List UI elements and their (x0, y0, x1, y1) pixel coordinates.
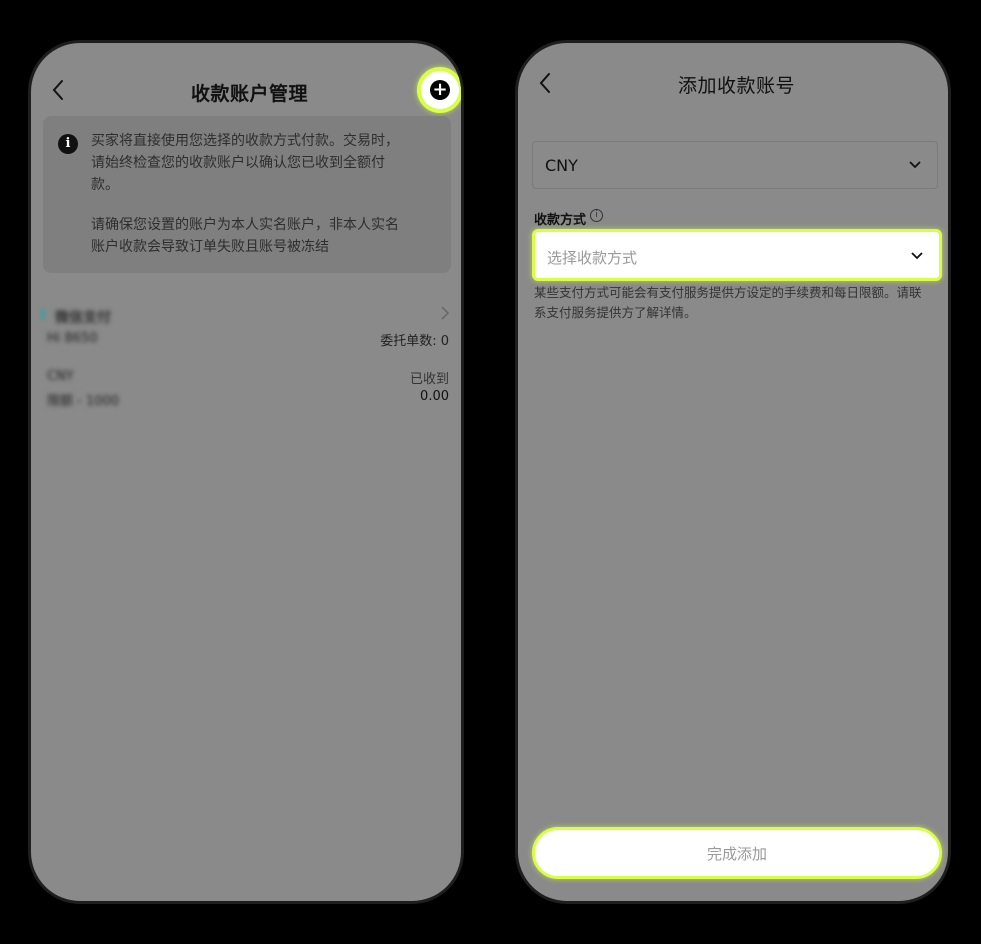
currency-select[interactable]: CNY (532, 141, 938, 189)
notice-line: 款。 (91, 177, 119, 193)
notice-line: 账户收款会导致订单失败且账号被冻结 (91, 239, 329, 255)
info-circle-icon[interactable]: i (590, 209, 603, 222)
notice-text: 买家将直接使用您选择的收款方式付款。交易时， 请始终检查您的收款账户以确认您已收… (91, 130, 399, 258)
notice-box: i 买家将直接使用您选择的收款方式付款。交易时， 请始终检查您的收款账户以确认您… (43, 116, 451, 273)
page-title: 添加收款账号 (678, 75, 796, 97)
phone-screen-account-management: 收款账户管理 + i 买家将直接使用您选择的收款方式付款。交易时， 请始终检查您… (28, 40, 464, 904)
hint-line: 某些支付方式可能会有支付服务提供方设定的手续费和每日限额。请联 (534, 285, 922, 300)
account-name: 微信支付 (55, 310, 111, 326)
chevron-down-icon (911, 252, 923, 260)
account-sub: Hi 8650 (47, 331, 98, 346)
back-arrow-icon[interactable] (538, 72, 552, 94)
payment-method-label: 收款方式 (534, 213, 587, 228)
received-value: 0.00 (420, 389, 449, 404)
fee-hint: 某些支付方式可能会有支付服务提供方设定的手续费和每日限额。请联 系支付服务提供方… (534, 283, 922, 323)
payment-method-select[interactable]: 选择收款方式 (532, 229, 942, 281)
add-account-button[interactable]: + (417, 67, 461, 113)
submit-button[interactable]: 完成添加 (532, 827, 942, 879)
phone-screen-add-account: 添加收款账号 CNY 收款方式 i 选择收款方式 某些支付方式可能会有支付服务提… (515, 40, 951, 904)
chevron-right-icon (441, 305, 450, 324)
account-limit: 限额 - 1000 (47, 394, 120, 409)
hint-line: 系支付服务提供方了解详情。 (534, 305, 697, 320)
account-currency: CNY (47, 369, 74, 384)
account-card[interactable]: 微信支付 Hi 8650 委托单数: 0 CNY 已收到 限额 - 1000 0… (41, 301, 453, 411)
payment-method-color-bar (41, 309, 45, 319)
currency-value: CNY (545, 156, 578, 175)
chevron-down-icon (909, 161, 921, 169)
payment-method-placeholder: 选择收款方式 (547, 249, 638, 267)
page-title: 收款账户管理 (191, 83, 309, 105)
notice-line: 请始终检查您的收款账户以确认您已收到全额付 (91, 155, 385, 171)
received-label: 已收到 (409, 372, 449, 387)
notice-line: 买家将直接使用您选择的收款方式付款。交易时， (91, 133, 399, 149)
notice-line: 请确保您设置的账户为本人实名账户，非本人实名 (91, 217, 399, 233)
info-icon: i (58, 134, 78, 154)
plus-icon: + (430, 80, 450, 100)
order-count: 委托单数: 0 (380, 334, 449, 349)
back-arrow-icon[interactable] (51, 79, 65, 101)
